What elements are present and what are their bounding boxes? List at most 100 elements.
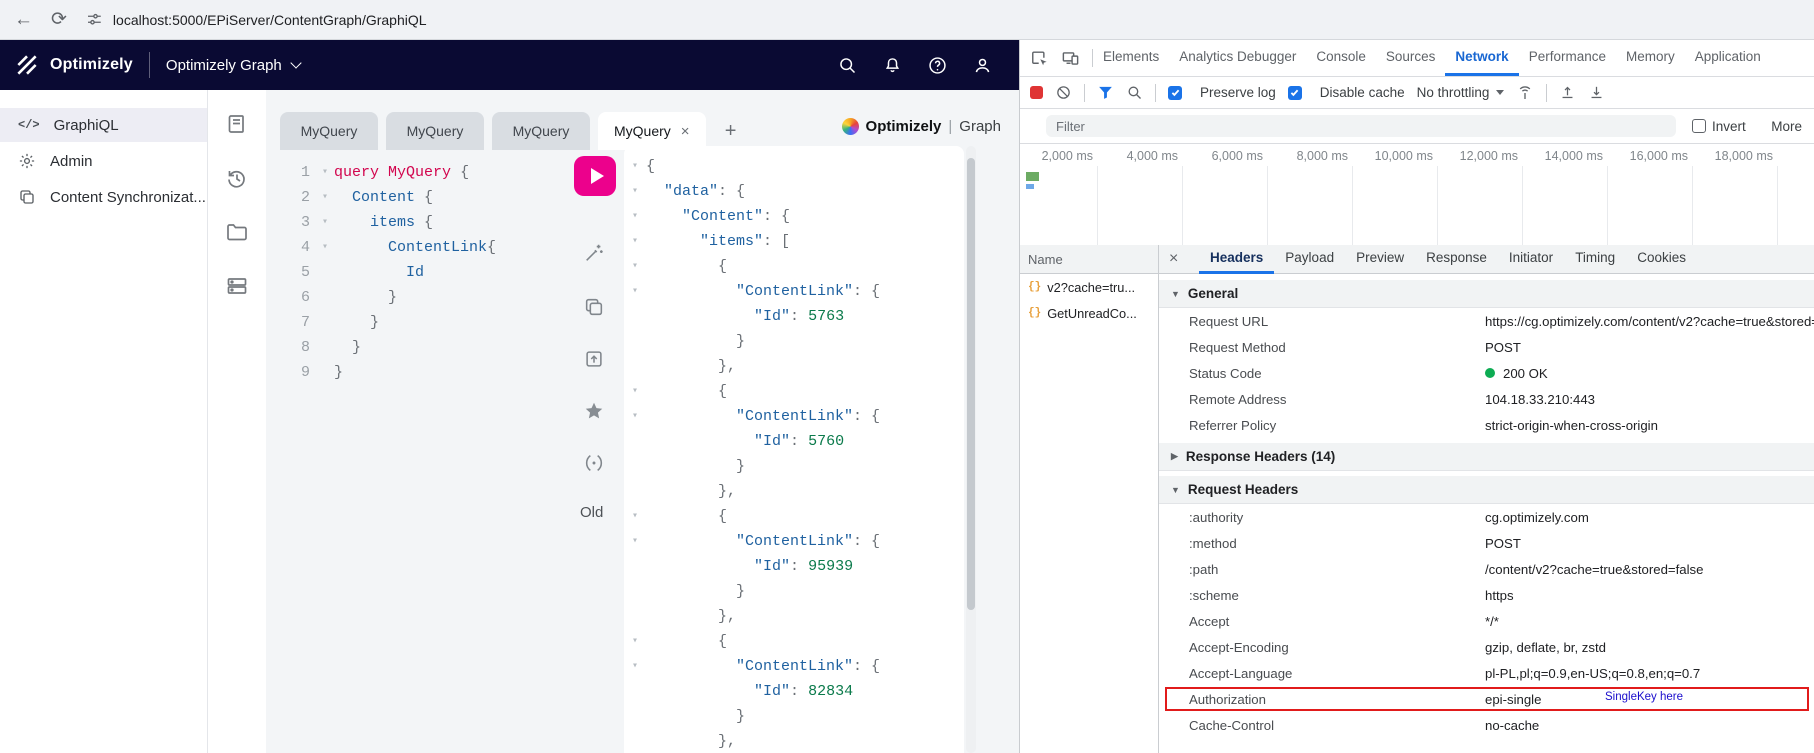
preserve-log-checkbox[interactable] [1168, 86, 1182, 100]
query-tab-4-active[interactable]: MyQuery × [598, 112, 706, 150]
network-conditions-icon[interactable] [1516, 84, 1534, 102]
site-settings-icon[interactable] [85, 11, 103, 29]
chevron-down-icon[interactable] [290, 57, 301, 68]
code-text: } [646, 704, 745, 729]
folder-icon[interactable] [225, 220, 249, 244]
old-version-link[interactable]: Old [580, 504, 603, 521]
clear-icon[interactable] [1055, 84, 1072, 101]
server-icon[interactable] [225, 274, 249, 298]
fold-arrow-icon[interactable]: ▾ [624, 629, 646, 654]
tab-console[interactable]: Console [1306, 40, 1376, 76]
fold-arrow-icon[interactable]: ▾ [624, 229, 646, 254]
fold-arrow-icon[interactable]: ▾ [624, 179, 646, 204]
fold-arrow-icon[interactable]: ▾ [316, 210, 334, 235]
import-har-icon[interactable] [1559, 84, 1576, 101]
fold-arrow-icon[interactable]: ▾ [624, 279, 646, 304]
docs-icon[interactable] [225, 112, 249, 136]
fold-arrow-icon[interactable]: ▾ [624, 254, 646, 279]
graph-logo-brand: Optimizely [866, 118, 942, 135]
inspect-element-icon[interactable] [1030, 49, 1049, 68]
execute-query-button[interactable] [574, 156, 616, 196]
close-detail-icon[interactable]: × [1169, 250, 1191, 268]
search-network-icon[interactable] [1126, 84, 1143, 101]
prettify-wand-icon[interactable] [583, 242, 605, 264]
address-bar[interactable]: localhost:5000/EPiServer/ContentGraph/Gr… [85, 11, 427, 29]
device-toolbar-icon[interactable] [1061, 49, 1080, 68]
network-timeline-overview[interactable]: 2,000 ms4,000 ms6,000 ms8,000 ms10,000 m… [1020, 144, 1814, 249]
tab-analytics-debugger[interactable]: Analytics Debugger [1169, 40, 1306, 76]
user-profile-icon[interactable] [972, 55, 993, 76]
refresh-icon[interactable]: ⟳ [51, 10, 67, 29]
close-tab-icon[interactable]: × [681, 123, 690, 140]
sidebar-item-admin[interactable]: Admin [0, 144, 207, 178]
fold-arrow-icon[interactable]: ▾ [624, 379, 646, 404]
query-tab-2[interactable]: MyQuery [386, 112, 484, 150]
sidebar-item-content-sync[interactable]: Content Synchronizat... [0, 180, 207, 214]
new-tab-button[interactable]: + [714, 112, 748, 150]
detail-tab-timing[interactable]: Timing [1564, 245, 1626, 274]
header-value: 104.18.33.210:443 [1485, 392, 1814, 407]
header-value-text: /content/v2?cache=true&stored=false [1485, 562, 1703, 577]
back-icon[interactable]: ← [14, 10, 33, 29]
query-tab-1[interactable]: MyQuery [280, 112, 378, 150]
merge-fragments-icon[interactable] [583, 348, 605, 370]
more-filters-button[interactable]: More [1771, 119, 1802, 134]
fold-arrow-icon[interactable]: ▾ [624, 654, 646, 679]
filter-funnel-icon[interactable] [1097, 84, 1114, 101]
detail-tab-headers[interactable]: Headers [1199, 245, 1274, 274]
tab-sources[interactable]: Sources [1376, 40, 1446, 76]
tab-application[interactable]: Application [1685, 40, 1771, 76]
fold-arrow-icon[interactable]: ▾ [624, 204, 646, 229]
headers-section-header[interactable]: ▶Response Headers (14) [1159, 443, 1814, 471]
tab-network[interactable]: Network [1445, 40, 1518, 76]
fold-arrow-icon[interactable]: ▾ [316, 160, 334, 185]
headers-section-header[interactable]: ▼Request Headers [1159, 476, 1814, 504]
detail-tab-cookies[interactable]: Cookies [1626, 245, 1697, 274]
code-text: "Content": { [646, 204, 790, 229]
invert-checkbox[interactable] [1692, 119, 1706, 133]
throttling-dropdown[interactable]: No throttling [1417, 85, 1505, 100]
name-column-header[interactable]: Name [1020, 245, 1158, 274]
fold-arrow-icon[interactable]: ▾ [316, 235, 334, 260]
star-icon[interactable] [583, 400, 605, 422]
query-tab-3[interactable]: MyQuery [492, 112, 590, 150]
record-button[interactable] [1030, 86, 1043, 99]
header-value: https://cg.optimizely.com/content/v2?cac… [1485, 314, 1814, 329]
notifications-bell-icon[interactable] [882, 55, 903, 76]
copy-query-icon[interactable] [583, 296, 605, 318]
sidebar-item-graphiql[interactable]: </> GraphiQL [0, 108, 207, 142]
settings-paren-dot-icon[interactable] [583, 452, 605, 474]
result-line: ▾ "ContentLink": { [624, 279, 964, 304]
fold-arrow-icon[interactable]: ▾ [624, 154, 646, 179]
detail-tab-bar: × Headers Payload Preview Response Initi… [1159, 245, 1814, 274]
query-editor[interactable]: 1▾query MyQuery {2▾ Content {3▾ items {4… [280, 156, 566, 753]
detail-tab-preview[interactable]: Preview [1345, 245, 1415, 274]
tab-performance[interactable]: Performance [1519, 40, 1616, 76]
request-row-v2[interactable]: {} v2?cache=tru... [1020, 274, 1158, 300]
headers-section-header[interactable]: ▼General [1159, 280, 1814, 308]
detail-tab-payload[interactable]: Payload [1274, 245, 1345, 274]
help-icon[interactable] [927, 55, 948, 76]
fold-arrow-icon[interactable]: ▾ [316, 185, 334, 210]
fold-arrow-icon[interactable]: ▾ [624, 529, 646, 554]
fold-arrow-icon[interactable]: ▾ [624, 404, 646, 429]
detail-tab-response[interactable]: Response [1415, 245, 1498, 274]
detail-tab-initiator[interactable]: Initiator [1498, 245, 1564, 274]
fold-arrow-icon[interactable]: ▾ [624, 504, 646, 529]
search-icon[interactable] [837, 55, 858, 76]
results-scrollbar[interactable] [966, 146, 976, 753]
header-row: :methodPOST [1159, 530, 1814, 556]
tab-elements[interactable]: Elements [1093, 40, 1169, 76]
header-actions [837, 55, 993, 76]
scrollbar-thumb[interactable] [967, 158, 975, 610]
tab-memory[interactable]: Memory [1616, 40, 1685, 76]
export-har-icon[interactable] [1588, 84, 1605, 101]
history-icon[interactable] [225, 166, 249, 190]
header-name: Request Method [1189, 340, 1485, 355]
request-row-getunread[interactable]: {} GetUnreadCo... [1020, 300, 1158, 326]
disable-cache-checkbox[interactable] [1288, 86, 1302, 100]
devtools-tab-bar: Elements Analytics Debugger Console Sour… [1020, 40, 1814, 77]
header-row: Request MethodPOST [1159, 334, 1814, 360]
filter-input[interactable] [1046, 115, 1676, 137]
product-switcher[interactable]: Optimizely Graph [166, 57, 282, 74]
